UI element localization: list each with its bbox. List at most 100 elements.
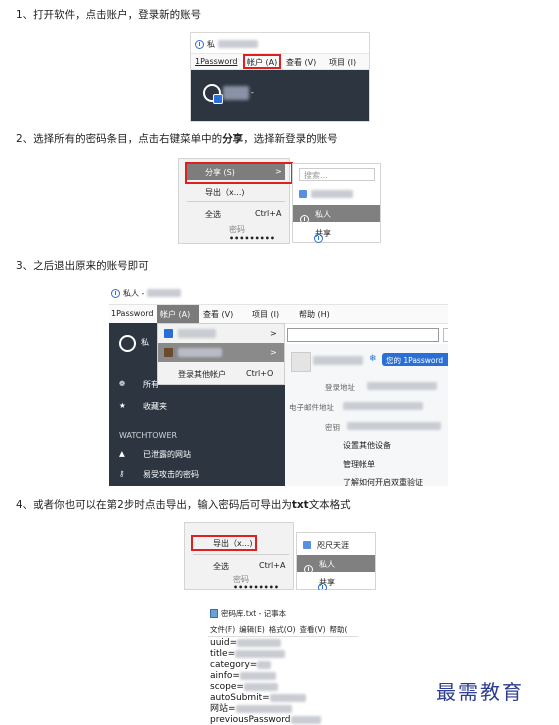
notepad-menu-format[interactable]: 格式(O) bbox=[269, 624, 296, 635]
submenu-vault-other[interactable]: 咫尺天涯 bbox=[317, 540, 349, 551]
sidebar-item-exposed[interactable]: 已泄露的网站 bbox=[143, 449, 191, 460]
avatar bbox=[164, 348, 173, 357]
search-input[interactable] bbox=[287, 328, 439, 342]
step-2-post: ，选择新登录的账号 bbox=[243, 133, 338, 145]
menu-login-other[interactable]: 登录其他帐户 bbox=[178, 369, 226, 380]
divider bbox=[187, 201, 285, 202]
menu-1password[interactable]: 1Password bbox=[111, 309, 153, 318]
notepad-menu-edit[interactable]: 编辑(E) bbox=[239, 624, 265, 635]
label-email: 电子邮件地址 bbox=[289, 403, 334, 412]
1password-icon bbox=[304, 565, 313, 574]
notepad-menu-help[interactable]: 帮助( bbox=[330, 624, 348, 635]
line-key: ainfo= bbox=[210, 671, 240, 681]
vault-submenu: 咫尺天涯 私人 共享 bbox=[296, 532, 376, 590]
notepad-menu-file[interactable]: 文件(F) bbox=[210, 624, 235, 635]
redacted-value bbox=[235, 649, 286, 658]
sidebar-account-prefix: 私 bbox=[141, 338, 149, 347]
context-menu: 导出（x...) 全选 Ctrl+A 密码 ••••••••• bbox=[184, 522, 294, 590]
notepad-menu-view[interactable]: 查看(V) bbox=[300, 624, 326, 635]
screenshot-1: 私 1Password 帐户 (A) 查看 (V) 项目 (I) - bbox=[190, 32, 370, 122]
menu-account[interactable]: 帐户 (A) bbox=[160, 309, 190, 320]
step-2-bold: 分享 bbox=[222, 133, 244, 145]
redacted-vault bbox=[311, 190, 353, 198]
menu-view[interactable]: 查看 (V) bbox=[203, 309, 233, 320]
text-line: uuid= bbox=[210, 638, 282, 649]
context-menu: 分享 (S) > 导出（x...) 全选 Ctrl+A 密码 ••••••••• bbox=[178, 158, 293, 244]
search-input[interactable]: 搜索... bbox=[299, 168, 375, 181]
notepad-text-area[interactable]: uuid= title= category= ainfo= scope= aut… bbox=[208, 636, 358, 725]
redacted-value bbox=[243, 682, 278, 691]
chevron-right-icon: > bbox=[270, 348, 277, 357]
menu-view[interactable]: 查看 (V) bbox=[286, 57, 316, 68]
1password-logo-icon bbox=[119, 335, 136, 352]
account-icon bbox=[164, 329, 173, 338]
line-key: 网站= bbox=[210, 704, 236, 714]
1password-icon bbox=[300, 215, 309, 224]
notepad-icon bbox=[210, 608, 218, 618]
menu-bar: 1Password 帐户 (A) 查看 (V) 项目 (I) 帮助 (H) bbox=[109, 304, 448, 324]
link-2fa[interactable]: 了解如何开启双重验证 bbox=[343, 477, 423, 486]
redacted-value bbox=[257, 660, 272, 669]
menu-item-select-all[interactable]: 全选 bbox=[205, 209, 221, 220]
vault-icon bbox=[299, 190, 307, 198]
screenshot-3: 私人 - 1Password 帐户 (A) 查看 (V) 项目 (I) 帮助 (… bbox=[109, 284, 448, 486]
redacted-email bbox=[343, 402, 423, 410]
your-1password-text: 您的 1Password bbox=[386, 356, 444, 365]
text-line: scope= bbox=[210, 682, 278, 693]
line-key: category= bbox=[210, 660, 258, 670]
line-key: autoSubmit= bbox=[210, 693, 270, 703]
link-manage-billing[interactable]: 管理帐单 bbox=[343, 459, 375, 470]
dash-text: - bbox=[251, 88, 254, 97]
menu-1password[interactable]: 1Password bbox=[195, 57, 237, 66]
submenu-private[interactable]: 私人 bbox=[315, 209, 331, 220]
redacted-value bbox=[235, 704, 292, 713]
menu-item-select-all[interactable]: 全选 bbox=[213, 561, 229, 572]
menu-item-export[interactable]: 导出（x...) bbox=[213, 538, 252, 549]
link-setup-device[interactable]: 设置其他设备 bbox=[343, 440, 391, 451]
menu-item-export[interactable]: 导出（x...) bbox=[205, 187, 244, 198]
text-line: category= bbox=[210, 660, 272, 671]
menu-account[interactable]: 帐户 (A) bbox=[243, 54, 282, 69]
submenu-shared[interactable]: 共享 bbox=[319, 577, 335, 588]
1password-icon bbox=[195, 39, 204, 49]
account-dropdown: > > 登录其他帐户 Ctrl+O bbox=[157, 323, 285, 385]
redacted-username bbox=[313, 356, 363, 365]
text-line: 网站= bbox=[210, 704, 292, 715]
star-icon: ★ bbox=[119, 401, 126, 410]
redacted-account bbox=[223, 86, 249, 100]
submenu-shared[interactable]: 共享 bbox=[315, 228, 331, 239]
shortcut-ctrl-o: Ctrl+O bbox=[246, 369, 274, 378]
redacted-account-1 bbox=[178, 329, 216, 338]
step-4-bold: txt bbox=[291, 499, 309, 511]
sidebar-item-favorites[interactable]: 收藏夹 bbox=[143, 401, 167, 412]
warning-icon: ▲ bbox=[119, 449, 125, 458]
detail-panel: ❄ 您的 1Password 登录地址 电子邮件地址 密钥 设置其他设备 管理帐… bbox=[285, 344, 448, 486]
redacted-account-2 bbox=[178, 348, 222, 357]
sidebar-item-vulnerable[interactable]: 易受攻击的密码 bbox=[143, 469, 199, 480]
redacted-secret-key bbox=[347, 422, 441, 430]
redacted-value bbox=[269, 693, 306, 702]
shortcut-ctrl-a: Ctrl+A bbox=[255, 209, 282, 218]
shortcut-ctrl-a: Ctrl+A bbox=[259, 561, 286, 570]
snowflake-icon: ❄ bbox=[369, 354, 377, 364]
highlight-share bbox=[185, 162, 293, 184]
toolbar-button[interactable] bbox=[443, 328, 448, 342]
step-3-text: 3、之后退出原来的账号即可 bbox=[16, 260, 149, 272]
share-submenu: 搜索... 私人 共享 bbox=[292, 163, 381, 243]
text-line: title= bbox=[210, 649, 286, 660]
text-line: ainfo= bbox=[210, 671, 276, 682]
redacted-title bbox=[218, 40, 258, 48]
user-avatar-icon bbox=[291, 352, 311, 372]
password-dots: ••••••••• bbox=[233, 583, 280, 590]
menu-help[interactable]: 帮助 (H) bbox=[299, 309, 330, 320]
line-key: uuid= bbox=[210, 638, 238, 648]
redacted-title bbox=[147, 289, 182, 297]
text-line: autoSubmit= bbox=[210, 693, 306, 704]
menu-items[interactable]: 项目 (I) bbox=[329, 57, 356, 68]
window-title: 私人 - bbox=[111, 286, 182, 300]
redacted-value bbox=[237, 638, 282, 647]
screenshot-2: 分享 (S) > 导出（x...) 全选 Ctrl+A 密码 •••••••••… bbox=[178, 158, 381, 244]
your-1password-badge[interactable]: 您的 1Password bbox=[382, 353, 448, 366]
submenu-private[interactable]: 私人 bbox=[319, 559, 335, 570]
menu-items[interactable]: 项目 (I) bbox=[252, 309, 279, 320]
